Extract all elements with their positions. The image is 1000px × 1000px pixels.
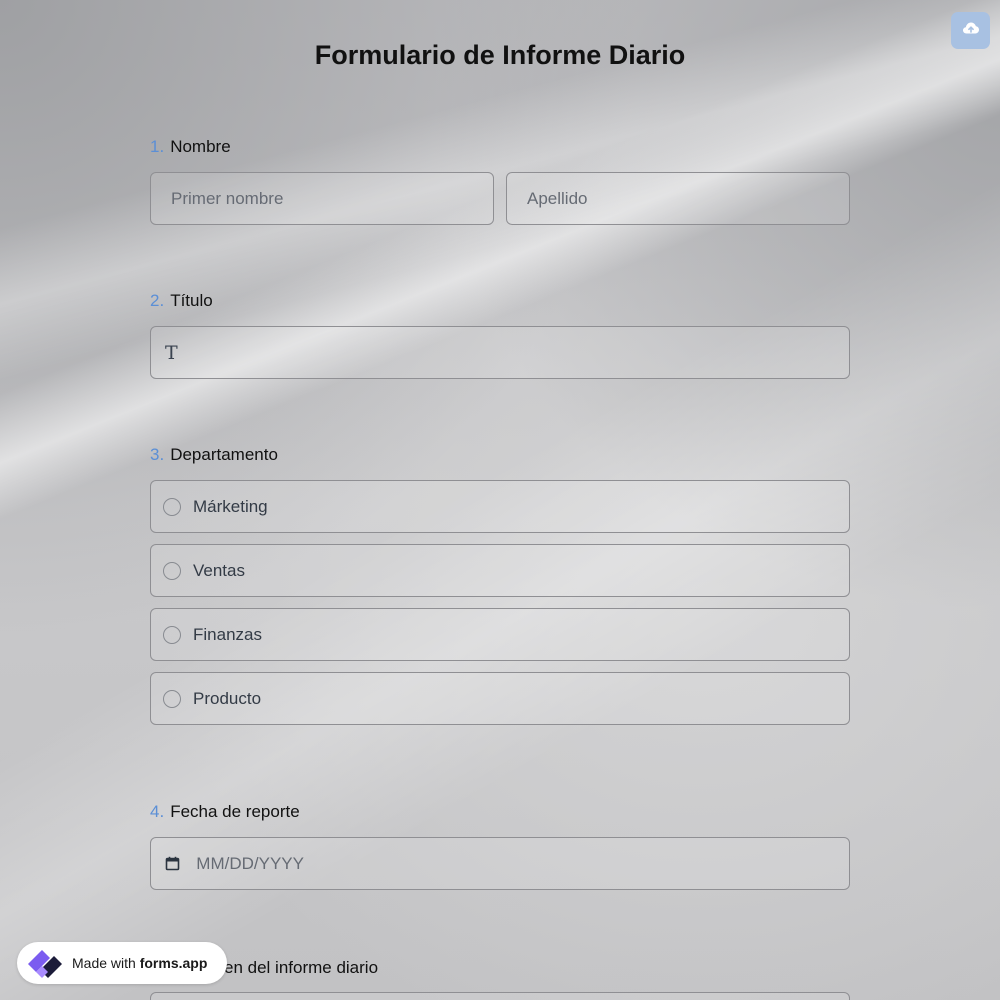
title-field: T [150,326,850,379]
date-input[interactable] [180,838,849,889]
calendar-icon [165,856,180,872]
radio-button[interactable] [163,625,181,644]
question-number: 1. [150,137,165,156]
last-name-field [506,172,850,225]
text-type-icon: T [165,341,178,364]
form-title: Formulario de Informe Diario [314,40,686,70]
option-marketing[interactable]: Márketing [150,480,850,533]
first-name-field [150,172,494,225]
form-page: Formulario de Informe Diario 1. Nombre 2.… [0,0,1000,1000]
forms-app-logo [26,946,66,980]
option-finanzas[interactable]: Finanzas [150,608,850,661]
date-field [150,837,850,890]
department-options: Márketing Ventas Finanzas Producto [150,480,850,725]
question-name: 1. Nombre [150,136,850,225]
last-name-input[interactable] [507,173,849,224]
name-row [150,172,850,225]
radio-button[interactable] [163,561,181,580]
question-number: 3. [150,445,165,464]
badge-brand: forms.app [139,955,208,971]
summary-field[interactable] [150,992,850,1000]
badge-prefix: Made with [72,955,136,971]
question-label: 4. Fecha de reporte [150,801,850,823]
option-label: Finanzas [193,624,262,644]
question-summary: en del informe diario [150,957,850,1000]
option-label: Márketing [193,496,268,516]
question-label: en del informe diario [150,957,850,979]
question-number: 4. [150,802,165,821]
badge-text: Made with forms.app [72,955,207,971]
title-input[interactable] [189,327,849,378]
option-label: Ventas [193,560,245,580]
question-label: 3. Departamento [150,444,850,466]
question-report-date: 4. Fecha de reporte [150,801,850,890]
first-name-input[interactable] [151,173,493,224]
radio-button[interactable] [163,689,181,708]
question-label: 1. Nombre [150,136,850,158]
question-title: en del informe diario [224,958,379,977]
question-title: Nombre [170,137,231,156]
option-ventas[interactable]: Ventas [150,544,850,597]
question-title-field: 2. Título T [150,290,850,379]
question-title: Título [170,291,213,310]
question-number: 2. [150,291,165,310]
option-producto[interactable]: Producto [150,672,850,725]
question-department: 3. Departamento Márketing Ventas Finanzas… [150,444,850,736]
cloud-upload-icon [962,21,980,40]
question-title: Fecha de reporte [170,802,300,821]
question-label: 2. Título [150,290,850,312]
option-label: Producto [193,688,262,708]
radio-button[interactable] [163,497,181,516]
question-title: Departamento [170,445,278,464]
made-with-badge[interactable]: Made with forms.app [17,942,227,984]
